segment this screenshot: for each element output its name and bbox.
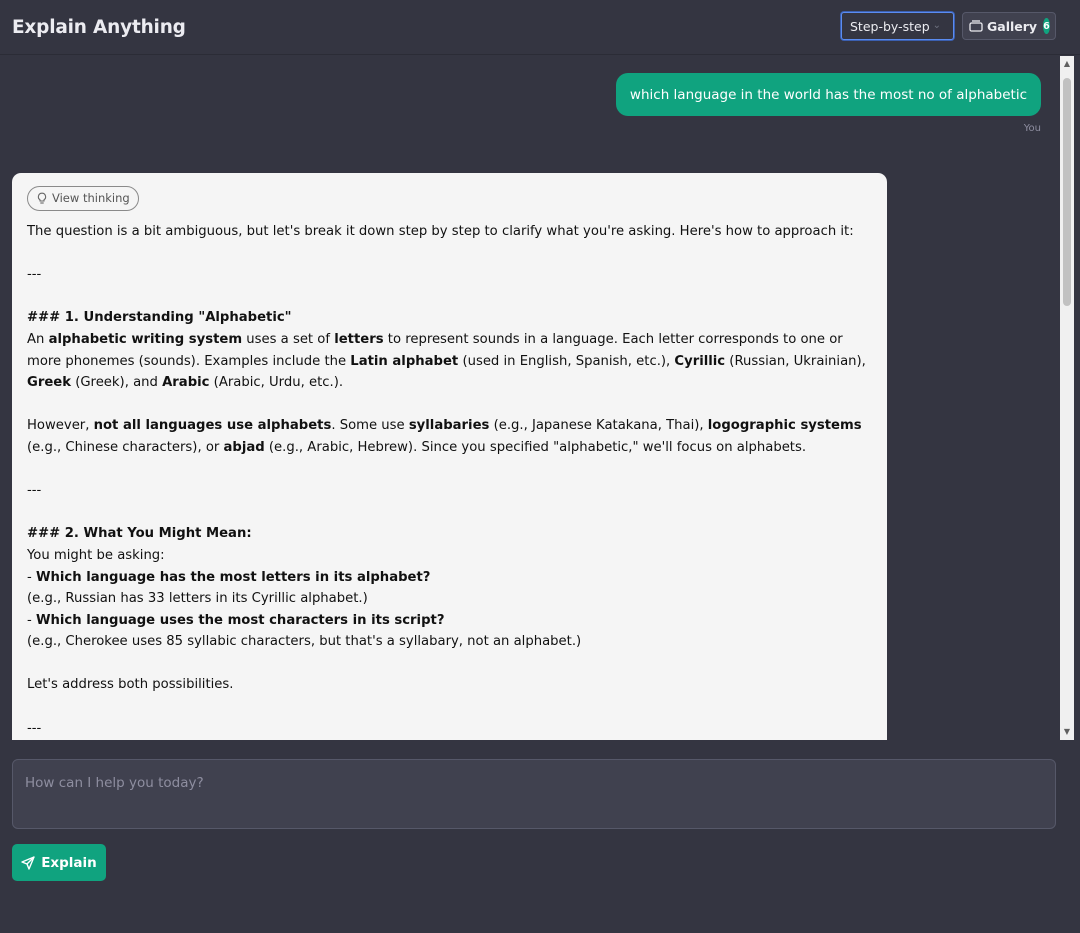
gallery-icon — [969, 20, 983, 32]
gallery-count-badge: 6 — [1043, 18, 1050, 34]
list-item-note: (e.g., Cherokee uses 85 syllabic charact… — [27, 634, 582, 650]
separator: --- — [27, 483, 42, 499]
user-label: You — [1023, 123, 1041, 134]
section-heading: ### 2. What You Might Mean: — [27, 526, 252, 542]
view-thinking-button[interactable]: View thinking — [27, 186, 139, 211]
app-window: Explain Anything Step-by-step ⌄ Gallery … — [0, 0, 1080, 933]
mode-select[interactable]: Step-by-step ⌄ — [841, 12, 954, 40]
top-bar: Explain Anything Step-by-step ⌄ Gallery … — [0, 0, 1080, 55]
scroll-up-icon[interactable]: ▲ — [1062, 59, 1072, 68]
paragraph: You might be asking: — [27, 547, 165, 563]
list-item: - Which language has the most letters in… — [27, 569, 431, 585]
scroll-thumb[interactable] — [1063, 78, 1071, 306]
view-thinking-label: View thinking — [52, 190, 130, 205]
send-icon — [21, 855, 35, 870]
paragraph: Let's address both possibilities. — [27, 677, 234, 693]
explain-button[interactable]: Explain — [12, 844, 106, 881]
app-title: Explain Anything — [12, 16, 186, 38]
chat-scrollbar[interactable]: ▲ ▼ — [1060, 56, 1074, 740]
explain-label: Explain — [41, 854, 97, 871]
paragraph: However, not all languages use alphabets… — [27, 418, 862, 455]
paragraph: An alphabetic writing system uses a set … — [27, 331, 866, 391]
list-item: - Which language uses the most character… — [27, 612, 445, 628]
separator: --- — [27, 267, 42, 283]
list-item-note: (e.g., Russian has 33 letters in its Cyr… — [27, 591, 368, 607]
chevron-down-icon: ⌄ — [932, 20, 941, 31]
user-message: which language in the world has the most… — [615, 73, 1041, 116]
chat-area: which language in the world has the most… — [0, 56, 1060, 740]
lightbulb-icon — [37, 192, 47, 204]
gallery-label: Gallery — [987, 18, 1038, 34]
intro-text: The question is a bit ambiguous, but let… — [27, 224, 854, 239]
section-heading: ### 1. Understanding "Alphabetic" — [27, 310, 292, 326]
mode-select-value: Step-by-step — [850, 18, 930, 34]
prompt-placeholder: How can I help you today? — [25, 775, 204, 791]
prompt-input[interactable]: How can I help you today? — [12, 759, 1056, 829]
assistant-message: View thinking The question is a bit ambi… — [12, 173, 887, 740]
gallery-button[interactable]: Gallery 6 — [962, 12, 1056, 40]
separator: --- — [27, 720, 42, 736]
scroll-down-icon[interactable]: ▼ — [1062, 727, 1072, 736]
